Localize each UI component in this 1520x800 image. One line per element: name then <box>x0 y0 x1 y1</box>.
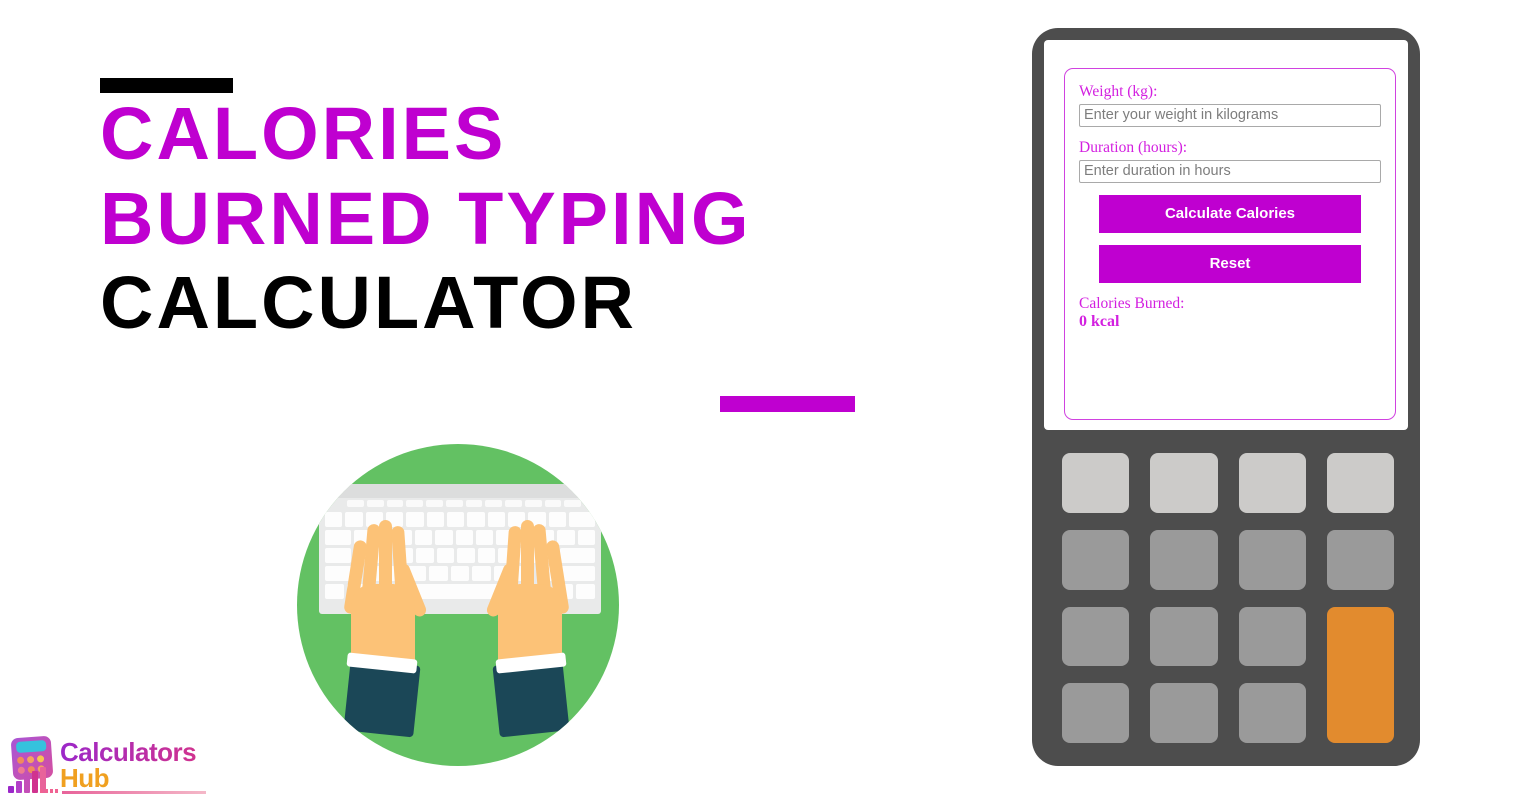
keypad-key-r3c3[interactable] <box>1238 606 1306 667</box>
illustration-circle-background <box>297 444 619 766</box>
keyboard-row-function <box>325 500 595 507</box>
calculator-keypad <box>1062 453 1394 743</box>
logo-underline-accent <box>62 791 206 794</box>
keypad-key-r4c3[interactable] <box>1238 683 1306 743</box>
calculator-screen-panel: Weight (kg): Duration (hours): Calculate… <box>1044 40 1408 430</box>
page-title-line-3: CALCULATOR <box>100 261 637 345</box>
keypad-key-r3c2[interactable] <box>1150 606 1218 667</box>
weight-field-label: Weight (kg): <box>1079 83 1158 100</box>
logo-calculator-icon <box>6 735 58 793</box>
keypad-key-r1c3[interactable] <box>1238 453 1306 513</box>
keyboard-top-strip <box>319 484 601 498</box>
keypad-key-r2c1[interactable] <box>1062 529 1130 590</box>
logo-calculator-screen <box>15 739 47 754</box>
left-hand <box>343 520 441 738</box>
keypad-key-r2c2[interactable] <box>1150 529 1218 590</box>
keypad-grid <box>1062 453 1394 743</box>
keypad-key-r1c4[interactable] <box>1326 453 1394 513</box>
page-root: CALORIES BURNED TYPING CALCULATOR Calcul… <box>0 0 1520 800</box>
page-title-line-2: BURNED TYPING <box>100 176 752 260</box>
result-label: Calories Burned: <box>1079 294 1185 312</box>
duration-field-label: Duration (hours): <box>1079 138 1188 156</box>
calculatorshub-logo[interactable]: Calculators Hub <box>6 735 206 795</box>
reset-button[interactable]: Reset <box>1099 244 1361 283</box>
keypad-key-r1c1[interactable] <box>1062 453 1130 513</box>
keypad-key-r3c1[interactable] <box>1062 606 1130 667</box>
right-hand <box>473 520 570 738</box>
logo-word-hub: Hub <box>60 763 110 793</box>
keypad-key-r1c2[interactable] <box>1150 453 1218 513</box>
logo-word-calculators: Calculators <box>60 737 197 767</box>
typing-illustration <box>297 444 619 766</box>
title-accent-bar-top <box>100 78 233 93</box>
keypad-key-r4c1[interactable] <box>1062 683 1130 743</box>
keypad-key-r2c3[interactable] <box>1238 529 1306 590</box>
duration-input[interactable] <box>1079 159 1381 183</box>
calculator-form: Weight (kg): Duration (hours): Calculate… <box>1064 68 1396 420</box>
title-accent-bar-bottom <box>720 396 855 412</box>
page-title-line-1: CALORIES <box>100 92 507 175</box>
keypad-key-equals[interactable] <box>1326 606 1394 743</box>
keypad-key-r2c4[interactable] <box>1326 529 1394 590</box>
result-value: 0 kcal <box>1079 312 1120 330</box>
page-title: CALORIES BURNED TYPING CALCULATOR <box>100 92 920 345</box>
calculate-calories-button[interactable]: Calculate Calories <box>1099 194 1361 233</box>
keypad-key-r4c2[interactable] <box>1150 683 1218 743</box>
logo-dot-accent <box>40 789 58 793</box>
calculator-device: Weight (kg): Duration (hours): Calculate… <box>1032 28 1420 766</box>
logo-wordmark: Calculators Hub <box>60 737 197 793</box>
weight-input[interactable] <box>1079 103 1381 127</box>
